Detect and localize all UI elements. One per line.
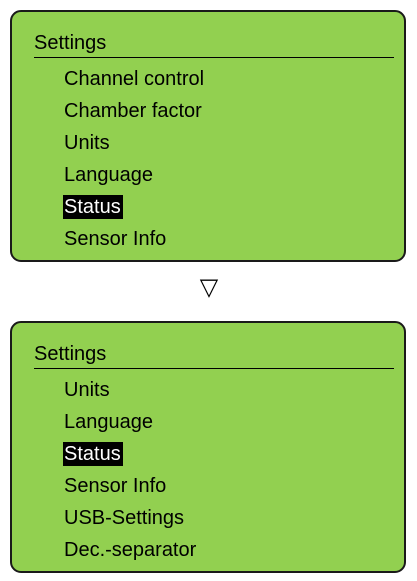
menu-item-language[interactable]: Language	[64, 159, 206, 191]
settings-menu-list: Units Language Status Sensor Info USB-Se…	[63, 374, 198, 566]
menu-item-sensor-info[interactable]: Sensor Info	[64, 470, 198, 502]
menu-item-units[interactable]: Units	[64, 127, 206, 159]
menu-item-dec-separator[interactable]: Dec.-separator	[64, 534, 198, 566]
menu-item-label: Status	[63, 442, 123, 466]
menu-item-label: Language	[64, 411, 153, 433]
settings-screen-before-scroll: Settings Channel control Chamber factor …	[10, 10, 406, 262]
menu-item-label: Status	[63, 195, 123, 219]
menu-item-channel-control[interactable]: Channel control	[64, 63, 206, 95]
down-triangle-icon: ▽	[199, 274, 219, 301]
menu-title: Settings	[34, 31, 394, 58]
menu-title: Settings	[34, 342, 394, 369]
menu-item-label: Dec.-separator	[64, 539, 197, 561]
menu-item-label: Sensor Info	[64, 228, 167, 250]
menu-item-status[interactable]: Status	[63, 191, 206, 223]
menu-item-language[interactable]: Language	[64, 406, 198, 438]
menu-item-label: Chamber factor	[64, 100, 202, 122]
settings-screen-after-scroll: Settings Units Language Status Sensor In…	[10, 321, 406, 573]
menu-item-label: USB-Settings	[64, 507, 185, 529]
menu-item-units[interactable]: Units	[64, 374, 198, 406]
menu-item-label: Units	[64, 379, 110, 401]
menu-item-label: Sensor Info	[64, 475, 167, 497]
menu-item-label: Units	[64, 132, 110, 154]
menu-item-usb-settings[interactable]: USB-Settings	[64, 502, 198, 534]
menu-item-label: Language	[64, 164, 153, 186]
settings-menu-list: Channel control Chamber factor Units Lan…	[63, 63, 206, 255]
menu-item-sensor-info[interactable]: Sensor Info	[64, 223, 206, 255]
menu-item-label: Channel control	[64, 68, 205, 90]
menu-item-chamber-factor[interactable]: Chamber factor	[64, 95, 206, 127]
menu-item-status[interactable]: Status	[63, 438, 198, 470]
